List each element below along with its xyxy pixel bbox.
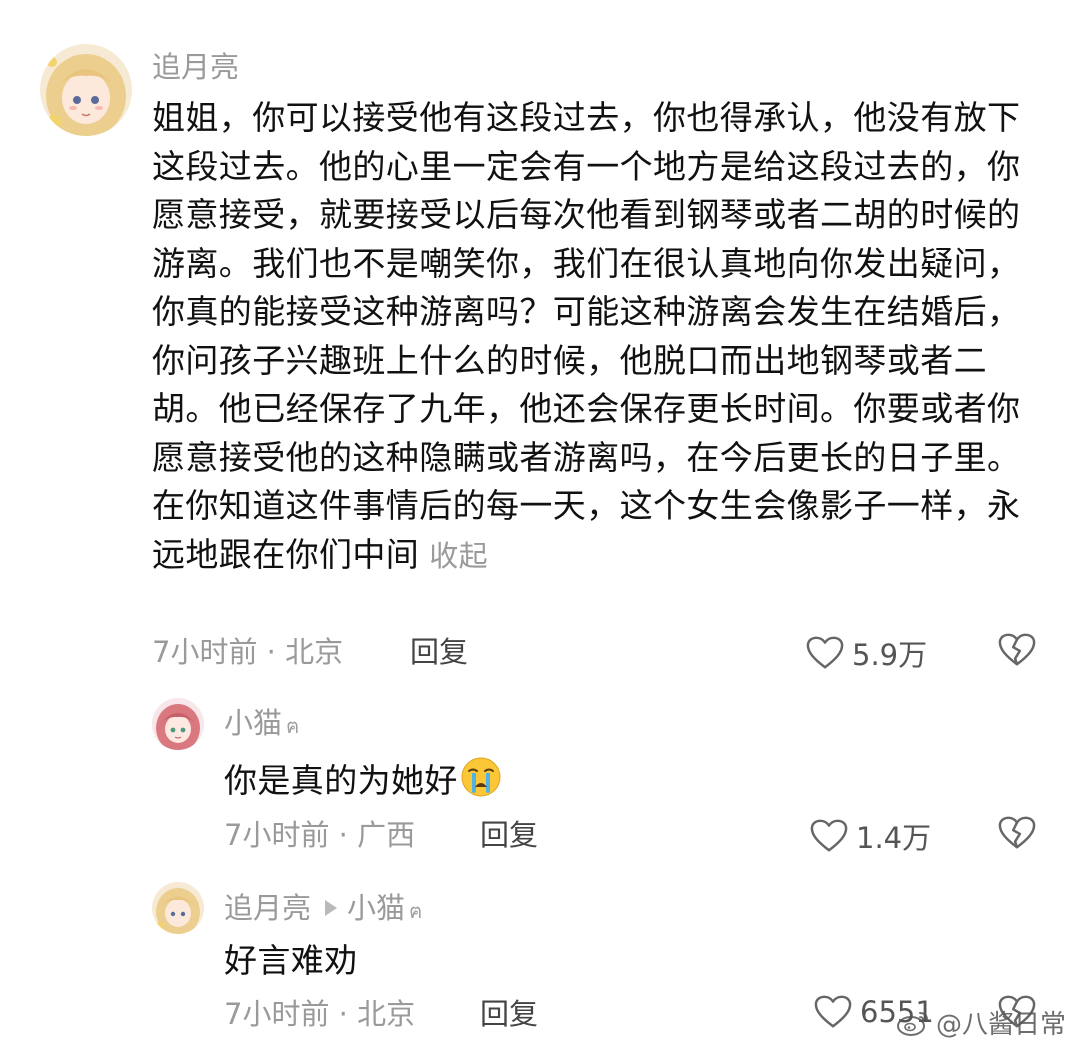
like-count: 5.9万	[852, 638, 928, 672]
username-text[interactable]: 追月亮	[224, 891, 311, 925]
dislike-button[interactable]	[998, 632, 1036, 668]
broken-heart-icon	[998, 633, 1036, 666]
heart-outline-icon	[806, 636, 844, 669]
weibo-logo-icon	[896, 1011, 928, 1036]
reply-arrow-icon	[325, 900, 338, 916]
crying-face-emoji-icon	[461, 757, 501, 797]
heart-outline-icon	[810, 819, 848, 852]
avatar-pink-hair-girl-icon	[152, 698, 204, 750]
avatar[interactable]	[40, 44, 132, 136]
comment-text: 你是真的为她好	[224, 756, 1024, 806]
like-count: 1.4万	[856, 821, 932, 855]
reply-to-username[interactable]: 小猫	[347, 891, 405, 925]
comment-username[interactable]: 追月亮	[152, 47, 239, 87]
collapse-button[interactable]: 收起	[429, 539, 488, 573]
comment-body: 姐姐，你可以接受他有这段过去，你也得承认，他没有放下这段过去。他的心里一定会有一…	[152, 98, 1021, 574]
comment-username[interactable]: 小猫ฅ	[224, 703, 299, 746]
comment-body: 好言难劝	[224, 941, 358, 980]
comment-meta: 7小时前 · 北京	[224, 997, 416, 1031]
watermark: @八酱日常	[896, 1004, 1066, 1041]
broken-heart-icon	[998, 816, 1036, 849]
username-text[interactable]: 追月亮	[152, 50, 239, 84]
reply-button[interactable]: 回复	[480, 815, 538, 855]
comment-meta: 7小时前 · 广西	[224, 818, 416, 852]
dislike-button[interactable]	[998, 815, 1036, 851]
author-mark: ฅ	[409, 899, 423, 923]
avatar[interactable]	[152, 698, 204, 750]
comment-meta: 7小时前 · 北京	[152, 635, 344, 669]
avatar[interactable]	[152, 882, 204, 934]
comment-text: 好言难劝	[224, 937, 1024, 986]
reply-button[interactable]: 回复	[410, 632, 468, 672]
avatar-blonde-girl-icon	[152, 882, 204, 934]
author-mark: ฅ	[286, 714, 300, 738]
reply-button[interactable]: 回复	[480, 994, 538, 1034]
comment-username[interactable]: 追月亮 小猫ฅ	[224, 888, 422, 931]
username-text[interactable]: 小猫	[224, 706, 282, 740]
like-button[interactable]: 1.4万	[810, 815, 931, 857]
like-button[interactable]: 5.9万	[806, 632, 927, 674]
heart-outline-icon	[814, 995, 852, 1028]
comment-text: 姐姐，你可以接受他有这段过去，你也得承认，他没有放下这段过去。他的心里一定会有一…	[152, 94, 1038, 580]
comment-body: 你是真的为她好	[224, 761, 458, 800]
watermark-text: @八酱日常	[935, 1010, 1066, 1040]
avatar-blonde-girl-icon	[40, 44, 132, 136]
